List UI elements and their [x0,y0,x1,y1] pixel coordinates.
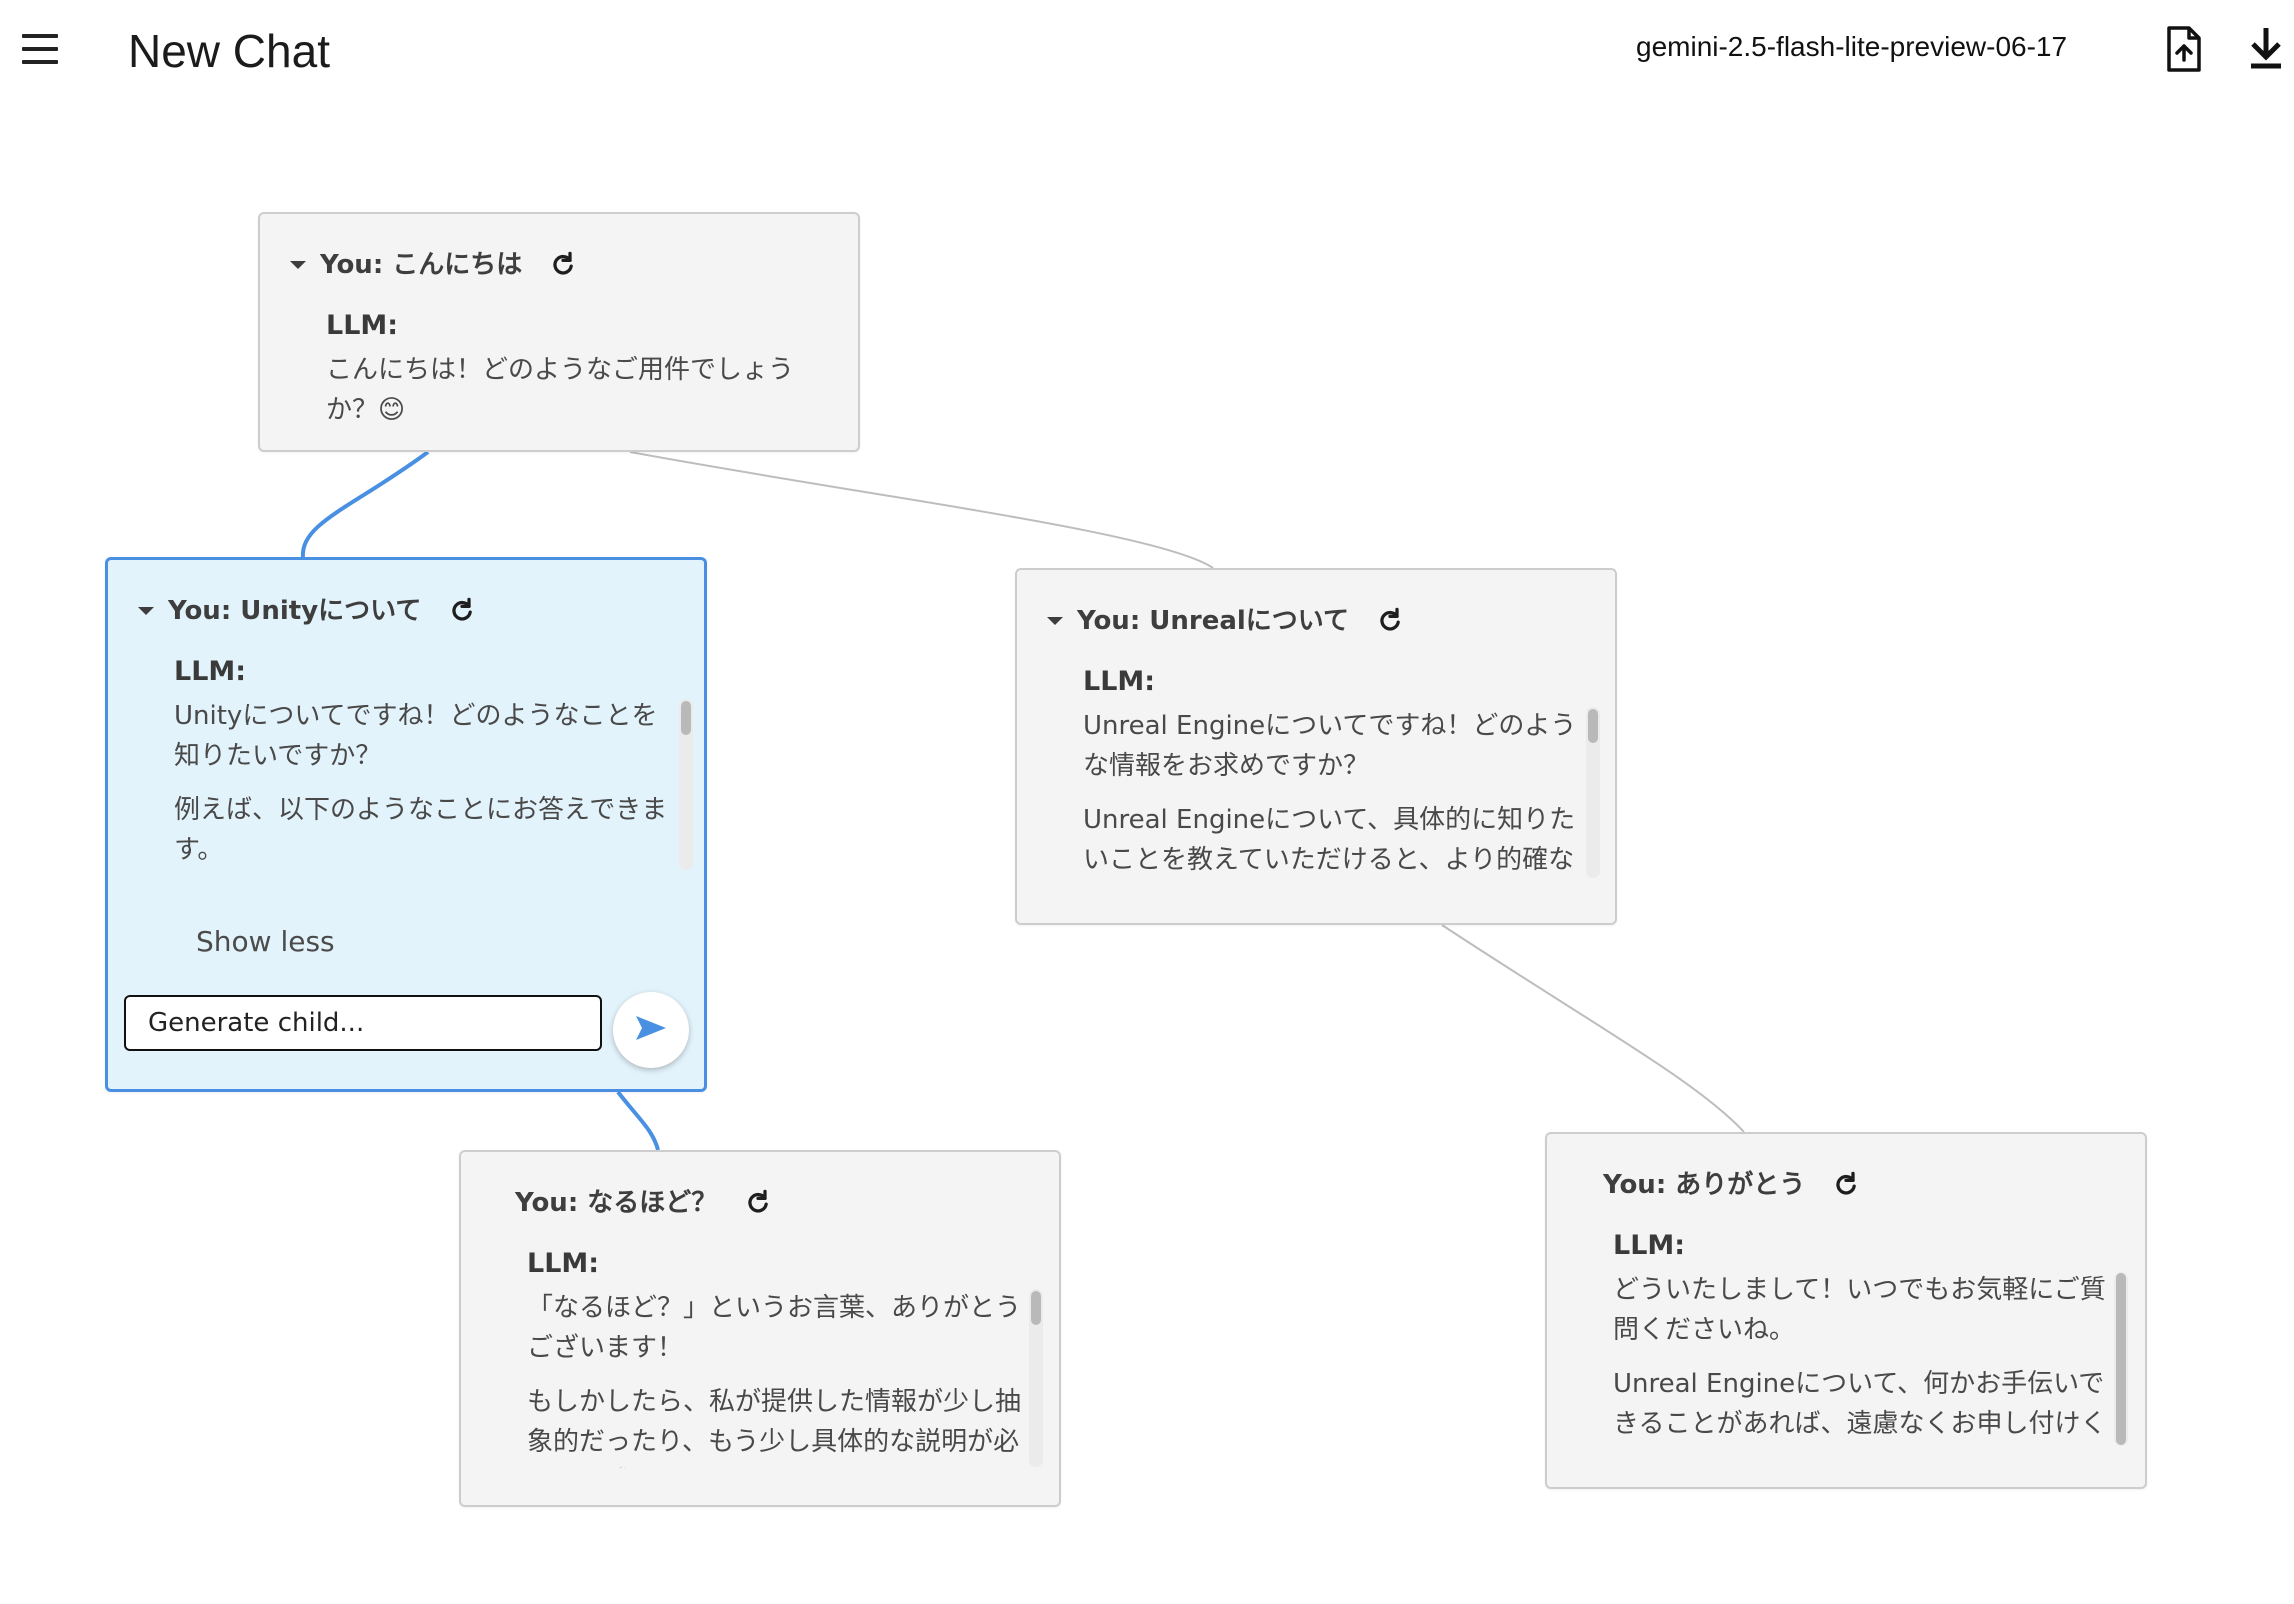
send-button[interactable] [613,992,689,1068]
response-paragraph: もしかしたら、私が提供した情報が少し抽象的だったり、もう少し具体的な説明が必要だ… [527,1387,1022,1468]
message-node-unity[interactable]: You: Unityについて LLM: Unityについてですね！どのようなこと… [105,557,707,1092]
scrollbar-thumb[interactable] [681,701,691,735]
node-title[interactable]: You: なるほど？ [515,1190,717,1216]
menu-icon [22,34,58,38]
llm-label: LLM: [1613,1230,1686,1261]
llm-response: どういたしまして！いつでもお気軽にご質問くださいね。 Unreal Engine… [1613,1270,2113,1442]
node-title[interactable]: You: Unrealについて [1077,608,1349,634]
refresh-icon[interactable] [548,250,578,280]
response-paragraph: 「なるほど？」というお言葉、ありがとうございます！ [527,1293,1022,1363]
llm-label: LLM: [1083,666,1156,697]
llm-response: Unreal Engineについてですね！どのような情報をお求めですか？ Unr… [1083,706,1583,877]
menu-button[interactable] [20,34,60,68]
node-title[interactable]: You: こんにちは [320,252,522,278]
node-header: You: Unityについて [134,590,477,632]
scrollbar-thumb[interactable] [2116,1273,2126,1445]
node-title[interactable]: You: Unityについて [168,598,421,624]
llm-response: Unityについてですね！どのようなことを知りたいですか？ 例えば、以下のような… [174,696,674,870]
connector-root-to-unity [300,450,430,559]
response-scrollbar[interactable] [1586,707,1600,878]
model-selector[interactable]: gemini-2.5-flash-lite-preview-06-17 [1636,31,2067,63]
llm-label: LLM: [174,656,247,687]
refresh-icon[interactable] [1375,606,1405,636]
response-scrollbar[interactable] [2114,1272,2128,1446]
collapse-caret-icon[interactable] [1043,609,1067,633]
node-header: You: Unrealについて [1043,600,1405,642]
response-paragraph: 例えば、以下のようなことにお答えできます。 [174,795,668,865]
collapse-caret-icon[interactable] [134,599,158,623]
node-title[interactable]: You: ありがとう [1603,1172,1805,1198]
response-paragraph: Unreal Engineについて、具体的に知りたいことを教えていただけると、よ… [1083,805,1576,875]
send-icon [634,1013,668,1047]
message-node-naruhodo[interactable]: You: なるほど？ LLM: 「なるほど？」というお言葉、ありがとうございます… [459,1150,1061,1507]
connector-root-to-unreal [629,451,1214,569]
app-header: New Chat gemini-2.5-flash-lite-preview-0… [0,0,2294,110]
response-paragraph: Unreal Engineについて、何かお手伝いできることがあれば、遠慮なくお申… [1613,1369,2107,1439]
download-icon[interactable] [2243,24,2289,74]
page-title: New Chat [128,25,330,77]
message-node-unreal[interactable]: You: Unrealについて LLM: Unreal Engineについてです… [1015,568,1617,925]
response-scrollbar[interactable] [1029,1289,1043,1467]
collapse-caret-icon[interactable] [286,253,310,277]
llm-label: LLM: [527,1248,600,1279]
node-header: You: なるほど？ [515,1182,773,1224]
scrollbar-thumb[interactable] [1588,709,1598,743]
refresh-icon[interactable] [447,596,477,626]
connector-unity-to-naruhodo [616,1090,660,1151]
upload-file-icon[interactable] [2160,24,2206,74]
scrollbar-thumb[interactable] [1031,1291,1041,1325]
llm-response: こんにちは！どのようなご用件でしょうか？😊 [326,350,821,440]
message-node-arigatou[interactable]: You: ありがとう LLM: どういたしまして！いつでもお気軽にご質問ください… [1545,1132,2147,1489]
response-paragraph: Unityについてですね！どのようなことを知りたいですか？ [174,701,658,771]
message-node-konnichiwa[interactable]: You: こんにちは LLM: こんにちは！どのようなご用件でしょうか？😊 [258,212,860,452]
generate-child-input[interactable] [124,995,602,1051]
show-less-button[interactable]: Show less [196,925,335,958]
response-scrollbar[interactable] [679,699,693,870]
llm-response: 「なるほど？」というお言葉、ありがとうございます！ もしかしたら、私が提供した情… [527,1288,1027,1468]
response-paragraph: こんにちは！どのようなご用件でしょうか？😊 [326,355,795,425]
node-header: You: こんにちは [286,244,578,286]
refresh-icon[interactable] [743,1188,773,1218]
connector-unreal-to-arigatou [1441,924,1745,1133]
response-paragraph: どういたしまして！いつでもお気軽にご質問くださいね。 [1613,1275,2106,1345]
node-header: You: ありがとう [1603,1164,1861,1206]
response-paragraph: Unreal Engineについてですね！どのような情報をお求めですか？ [1083,711,1577,781]
llm-label: LLM: [326,310,399,341]
refresh-icon[interactable] [1831,1170,1861,1200]
